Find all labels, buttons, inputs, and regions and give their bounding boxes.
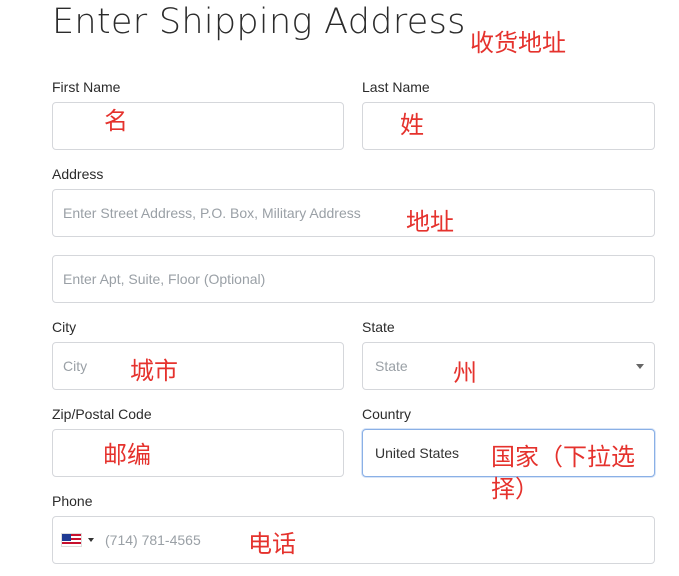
annotation-country-line2: 择） (491, 475, 539, 503)
chevron-down-icon (636, 364, 644, 369)
first-name-label: First Name (52, 79, 121, 95)
annotation-last-name: 姓 (400, 111, 424, 139)
state-placeholder: State (375, 358, 408, 374)
us-flag-icon[interactable] (61, 533, 82, 547)
page-title: Enter Shipping Address (52, 2, 466, 42)
country-value: United States (375, 445, 460, 461)
annotation-first-name: 名 (104, 107, 128, 135)
address-line2-field[interactable]: Enter Apt, Suite, Floor (Optional) (52, 255, 655, 303)
phone-label: Phone (52, 493, 93, 509)
annotation-country-line1: 国家（下拉选 (491, 443, 635, 471)
state-label: State (362, 319, 395, 335)
country-code-chevron-icon[interactable] (88, 538, 94, 542)
address-line1-field[interactable]: Enter Street Address, P.O. Box, Military… (52, 189, 655, 237)
state-select[interactable]: State (362, 342, 655, 390)
address-line2-placeholder: Enter Apt, Suite, Floor (Optional) (63, 271, 266, 287)
last-name-label: Last Name (362, 79, 430, 95)
address-line1-placeholder: Enter Street Address, P.O. Box, Military… (63, 205, 361, 221)
annotation-address: 地址 (406, 208, 454, 236)
annotation-phone: 电话 (248, 530, 296, 558)
city-placeholder: City (63, 358, 88, 374)
annotation-shipping-address: 收货地址 (470, 29, 566, 57)
city-field[interactable]: City (52, 342, 344, 390)
city-label: City (52, 319, 77, 335)
phone-field[interactable]: (714) 781-4565 (52, 516, 655, 564)
annotation-zip: 邮编 (103, 441, 151, 469)
country-label: Country (362, 406, 412, 422)
zip-field[interactable] (52, 429, 344, 477)
address-label: Address (52, 166, 104, 182)
zip-label: Zip/Postal Code (52, 406, 152, 422)
first-name-field[interactable] (52, 102, 344, 150)
annotation-state: 州 (453, 359, 477, 387)
annotation-city: 城市 (130, 357, 178, 385)
phone-placeholder: (714) 781-4565 (105, 532, 201, 548)
